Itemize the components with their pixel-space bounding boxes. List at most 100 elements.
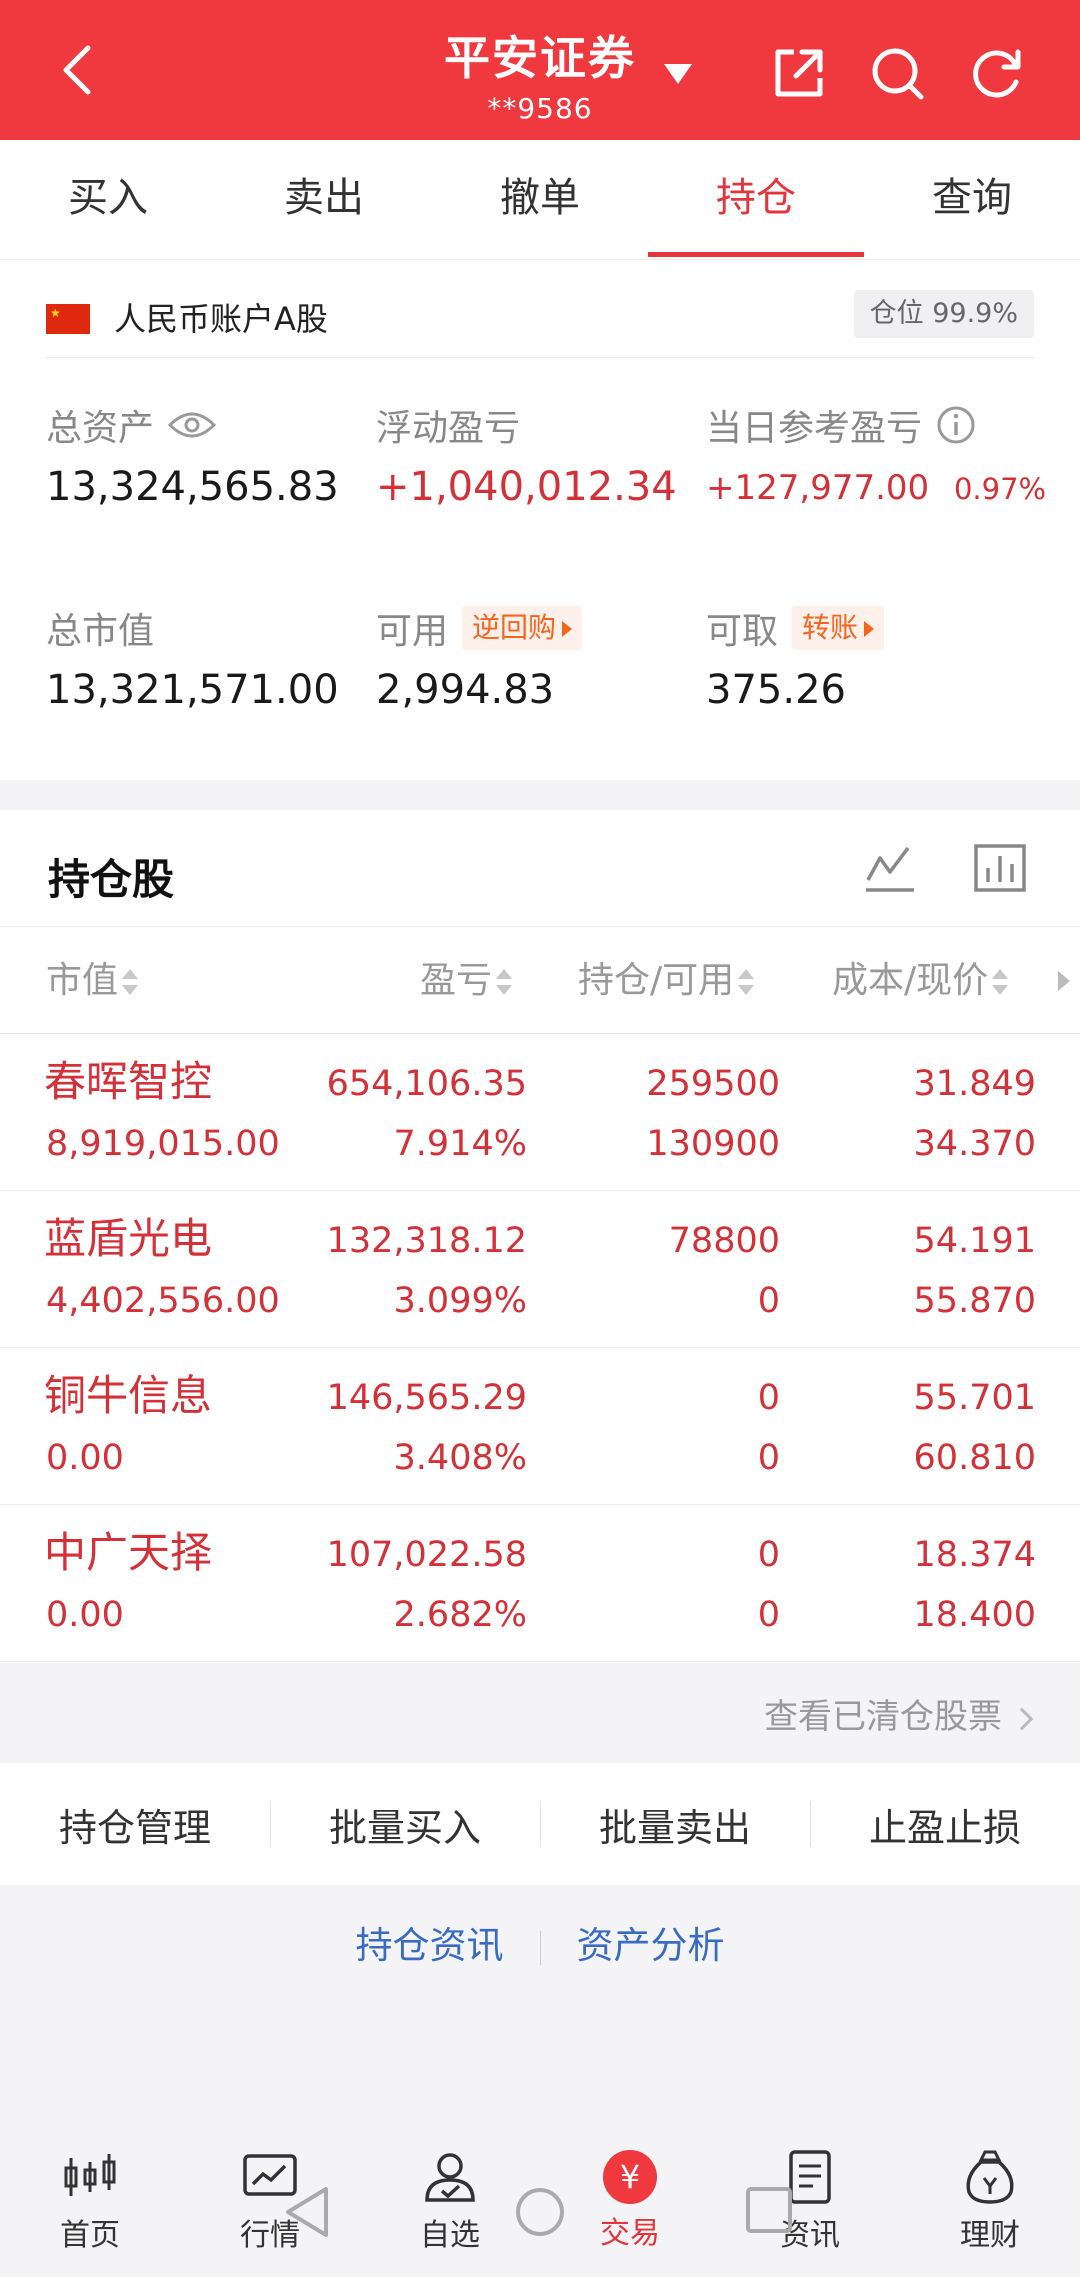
- batch-sell-button[interactable]: 批量卖出: [540, 1797, 810, 1852]
- table-row[interactable]: 春晖智控 8,919,015.00 654,106.35 7.914% 2595…: [0, 1034, 1080, 1191]
- column-market-value[interactable]: 市值: [46, 927, 139, 1035]
- chevron-right-icon: [1010, 1707, 1034, 1730]
- system-home-icon[interactable]: [513, 2185, 567, 2239]
- system-recents-icon[interactable]: [744, 2185, 794, 2235]
- bar-chart-icon[interactable]: [972, 840, 1028, 896]
- stop-profit-loss-button[interactable]: 止盈止损: [810, 1797, 1080, 1852]
- stock-cost: 18.374: [913, 1535, 1036, 1575]
- stock-profit-loss-pct: 3.408%: [393, 1438, 527, 1478]
- stock-position: 259500: [646, 1064, 780, 1104]
- market-value: 总市值 13,321,571.00: [46, 603, 339, 713]
- column-position[interactable]: 持仓/可用: [578, 927, 755, 1035]
- floating-pl: 浮动盈亏 +1,040,012.34: [376, 400, 677, 510]
- stock-position: 78800: [668, 1221, 780, 1261]
- stock-price: 55.870: [913, 1281, 1036, 1321]
- floating-pl-value: +1,040,012.34: [376, 464, 677, 510]
- play-arrow-icon: [864, 621, 875, 637]
- daily-pl: 当日参考盈亏 +127,977.00 0.97%: [706, 400, 1046, 508]
- nav-home-label: 首页: [60, 2218, 120, 2253]
- user-check-icon: [425, 2153, 475, 2202]
- stock-market-value: 8,919,015.00: [46, 1124, 280, 1164]
- tab-buy[interactable]: 买入: [0, 140, 216, 259]
- stock-market-value: 0.00: [46, 1595, 124, 1635]
- nav-trade[interactable]: ¥ 交易: [540, 2130, 720, 2277]
- nav-finance-label: 理财: [960, 2218, 1020, 2253]
- market-value-value: 13,321,571.00: [46, 667, 339, 713]
- tab-sell[interactable]: 卖出: [216, 140, 432, 259]
- tab-query[interactable]: 查询: [864, 140, 1080, 259]
- refresh-icon[interactable]: [966, 42, 1028, 104]
- account-card: ★ 人民币账户A股 仓位 99.9% 总资产 13,324,565.83 浮动盈…: [0, 260, 1080, 780]
- sort-icon: [992, 967, 1009, 997]
- table-row[interactable]: 蓝盾光电 4,402,556.00 132,318.12 3.099% 7880…: [0, 1191, 1080, 1348]
- china-flag-icon: ★: [46, 304, 90, 334]
- column-market-value-label: 市值: [46, 960, 119, 1001]
- daily-pl-percent: 0.97%: [953, 472, 1047, 506]
- asset-analysis-link[interactable]: 资产分析: [577, 1924, 725, 1967]
- scroll-right-icon[interactable]: [1058, 971, 1070, 991]
- sort-icon: [738, 967, 755, 997]
- tab-cancel[interactable]: 撤单: [432, 140, 648, 259]
- account-selector[interactable]: ★ 人民币账户A股 仓位 99.9%: [46, 290, 1034, 358]
- stock-price: 60.810: [913, 1438, 1036, 1478]
- holding-actions: 持仓管理 批量买入 批量卖出 止盈止损: [0, 1763, 1080, 1885]
- total-assets-value: 13,324,565.83: [46, 464, 339, 510]
- tab-holdings[interactable]: 持仓: [648, 140, 864, 259]
- trade-tabs: 买入 卖出 撤单 持仓 查询: [0, 140, 1080, 260]
- stock-profit-loss-pct: 2.682%: [393, 1595, 527, 1635]
- manage-holdings-button[interactable]: 持仓管理: [0, 1797, 270, 1852]
- nav-market[interactable]: 行情: [180, 2130, 360, 2277]
- cleared-stocks-link[interactable]: 查看已清仓股票: [764, 1689, 1034, 1738]
- money-bag-icon: [966, 2150, 1014, 2204]
- yuan-icon: ¥: [603, 2150, 657, 2204]
- stock-name: 春晖智控: [44, 1057, 213, 1106]
- available-value: 2,994.83: [376, 667, 555, 713]
- column-cost-price[interactable]: 成本/现价: [832, 927, 1009, 1035]
- column-profit-loss[interactable]: 盈亏: [420, 927, 513, 1035]
- stock-cost: 55.701: [913, 1378, 1036, 1418]
- dropdown-caret-icon[interactable]: [660, 58, 696, 88]
- stock-name: 蓝盾光电: [44, 1214, 213, 1263]
- stock-cost: 54.191: [913, 1221, 1036, 1261]
- available-label: 可用: [376, 611, 449, 652]
- nav-home[interactable]: 首页: [0, 2130, 180, 2277]
- share-icon[interactable]: [768, 42, 830, 104]
- table-row[interactable]: 中广天择 0.00 107,022.58 2.682% 0 0 18.374 1…: [0, 1505, 1080, 1662]
- trend-line-icon[interactable]: [862, 840, 918, 896]
- system-back-icon[interactable]: [282, 2185, 332, 2239]
- nav-finance[interactable]: 理财: [900, 2130, 1080, 2277]
- stock-profit-loss: 107,022.58: [326, 1535, 527, 1575]
- batch-buy-button[interactable]: 批量买入: [270, 1797, 540, 1852]
- stock-market-value: 0.00: [46, 1438, 124, 1478]
- stock-position: 0: [757, 1378, 780, 1418]
- transfer-button[interactable]: 转账: [792, 606, 885, 650]
- reverse-repo-button[interactable]: 逆回购: [462, 606, 583, 650]
- column-profit-loss-label: 盈亏: [420, 960, 493, 1001]
- stock-name: 中广天择: [44, 1528, 213, 1577]
- transfer-label: 转账: [802, 611, 859, 644]
- column-position-label: 持仓/可用: [578, 960, 735, 1001]
- account-name: 人民币账户A股: [114, 300, 328, 338]
- daily-pl-label: 当日参考盈亏: [706, 408, 923, 449]
- stock-available: 0: [757, 1281, 780, 1321]
- withdrawable-label: 可取: [706, 611, 779, 652]
- search-icon[interactable]: [866, 42, 928, 104]
- info-icon[interactable]: [936, 405, 976, 445]
- withdrawable-funds: 可取 转账 375.26: [706, 603, 885, 713]
- stock-market-value: 4,402,556.00: [46, 1281, 280, 1321]
- daily-pl-value: +127,977.00: [706, 468, 930, 508]
- table-row[interactable]: 铜牛信息 0.00 146,565.29 3.408% 0 0 55.701 6…: [0, 1348, 1080, 1505]
- stock-available: 0: [757, 1595, 780, 1635]
- holding-news-link[interactable]: 持仓资讯: [356, 1924, 504, 1967]
- stock-profit-loss: 146,565.29: [326, 1378, 527, 1418]
- reverse-repo-label: 逆回购: [472, 611, 557, 644]
- cleared-stocks-label: 查看已清仓股票: [764, 1697, 1002, 1737]
- column-cost-price-label: 成本/现价: [832, 960, 989, 1001]
- candlestick-icon: [64, 2154, 116, 2196]
- app-header: 平安证券 **9586: [0, 0, 1080, 140]
- withdrawable-value: 375.26: [706, 667, 846, 713]
- eye-icon[interactable]: [168, 409, 217, 441]
- stock-cost: 31.849: [913, 1064, 1036, 1104]
- stock-price: 18.400: [913, 1595, 1036, 1635]
- position-badge: 仓位 99.9%: [853, 290, 1034, 338]
